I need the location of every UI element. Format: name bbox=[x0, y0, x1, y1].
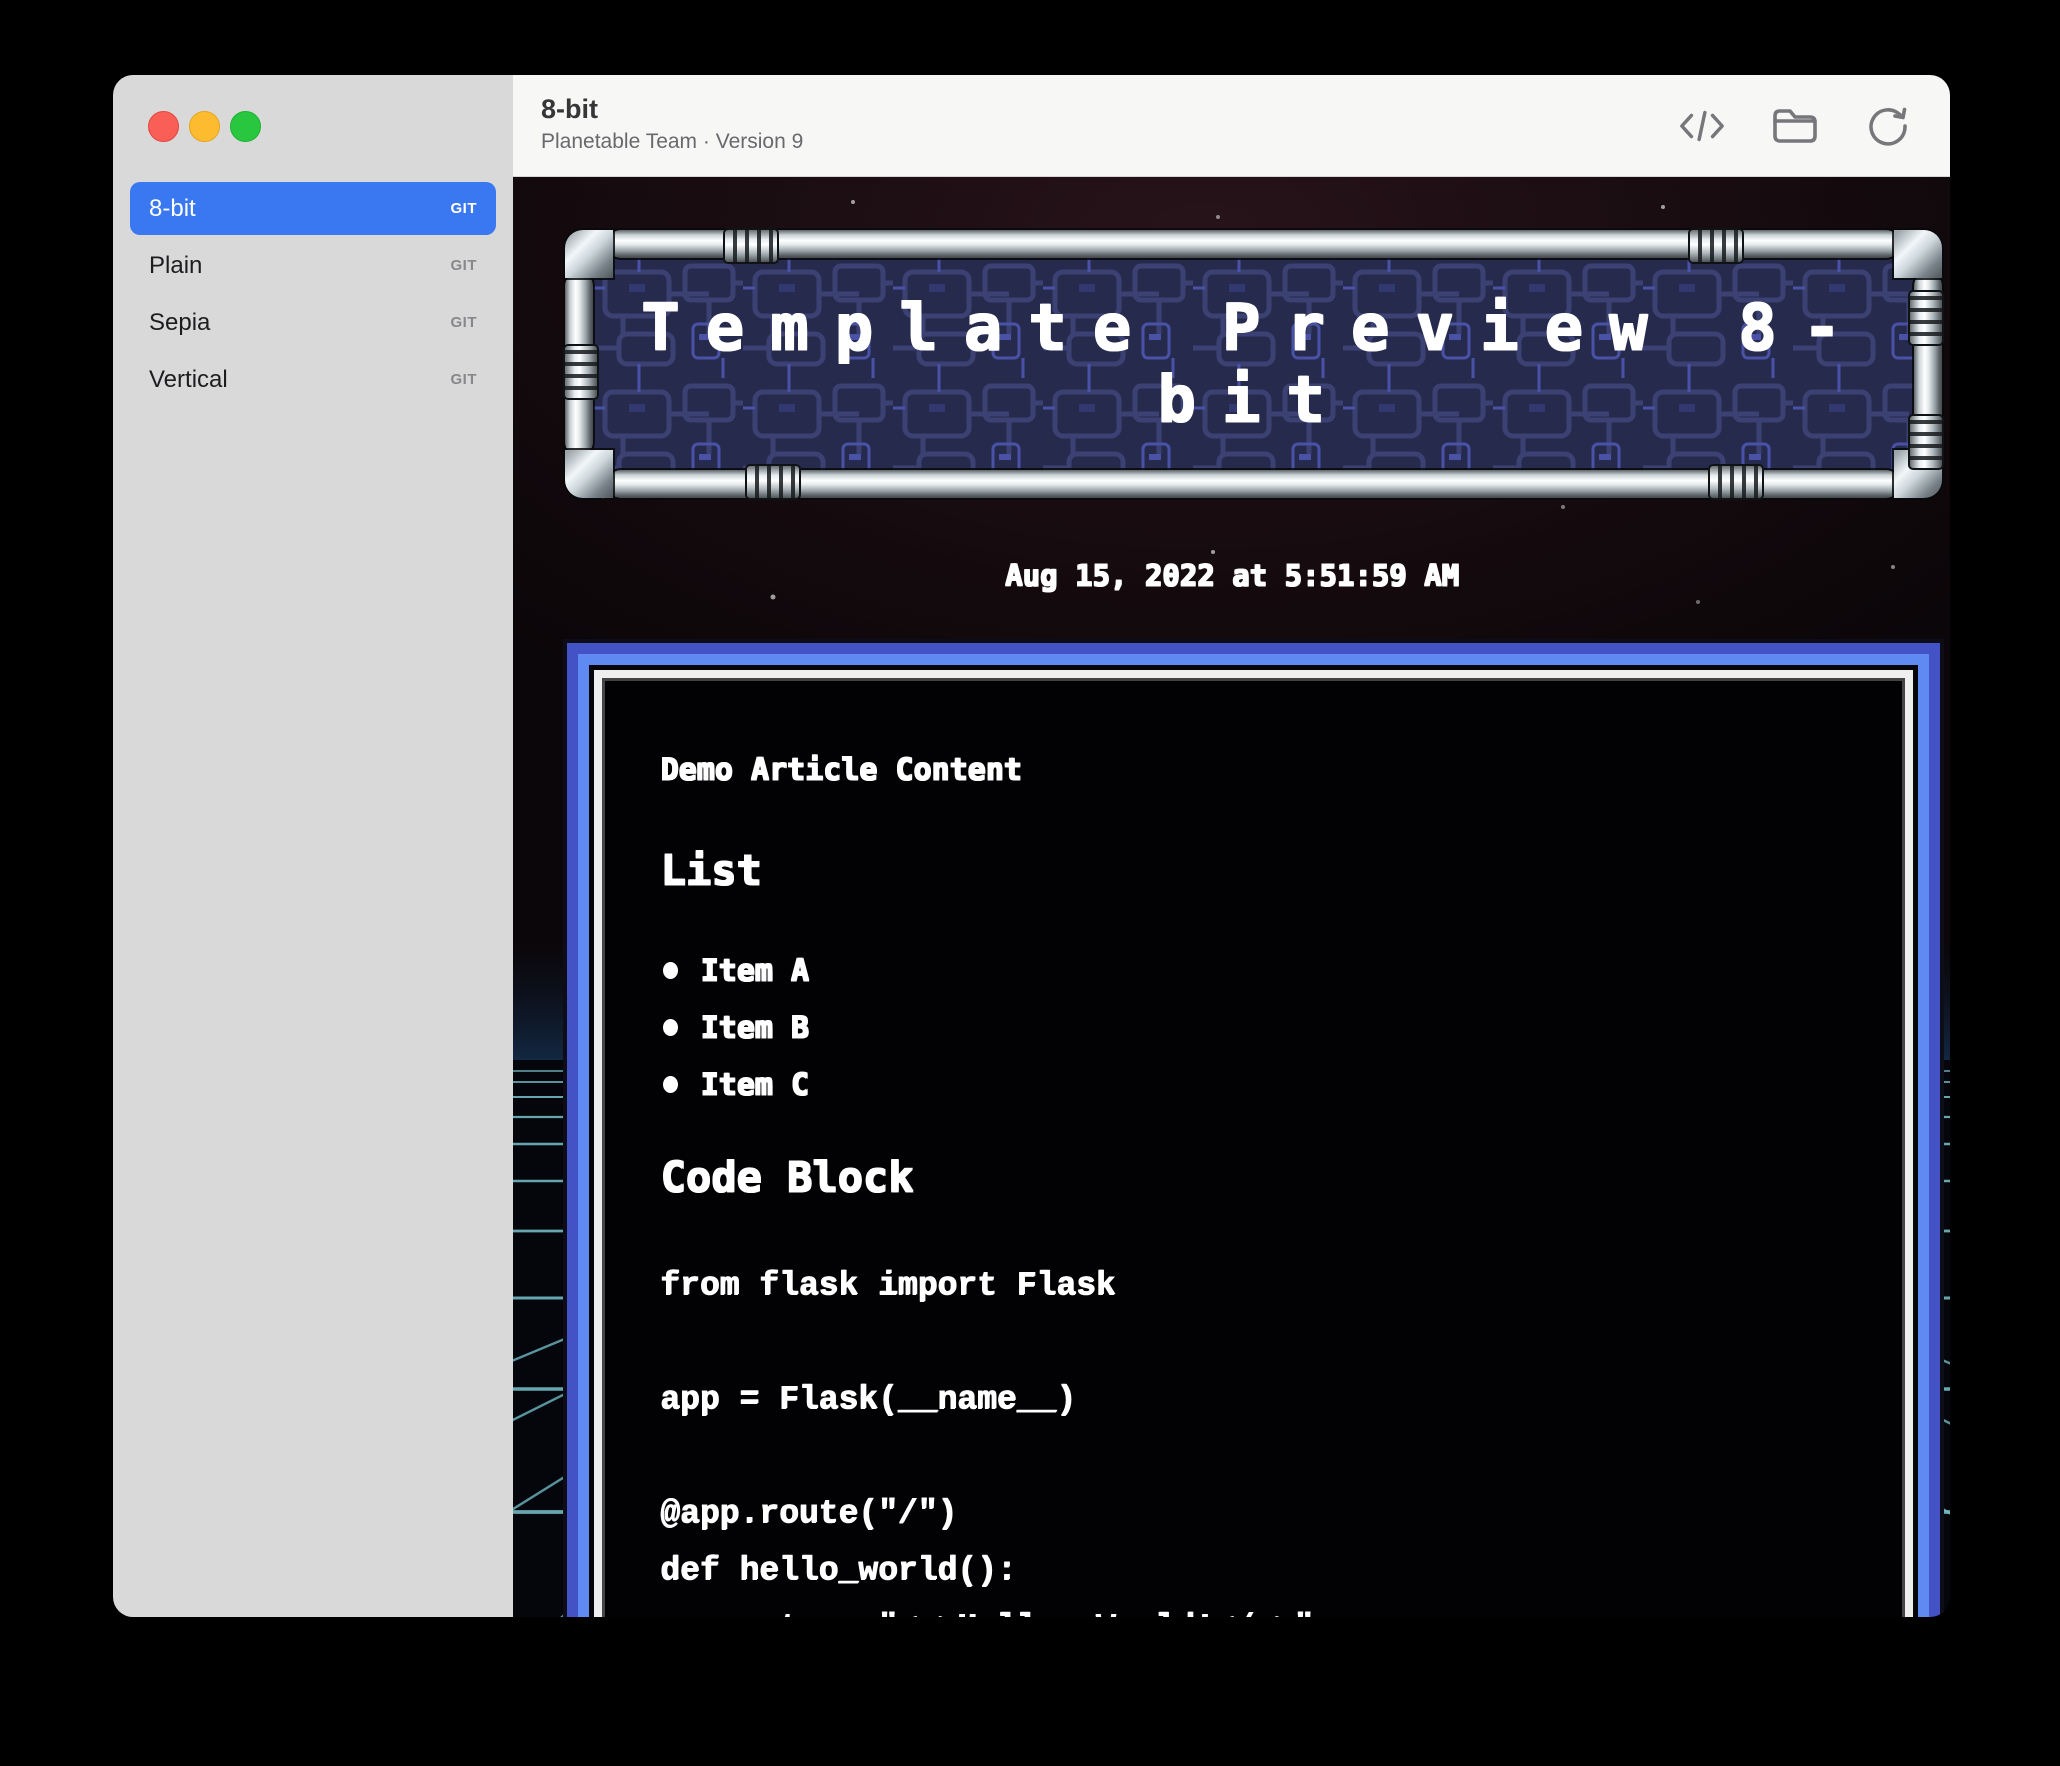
minimize-button[interactable] bbox=[189, 111, 220, 142]
pipe-coupling bbox=[745, 464, 801, 500]
reload-button[interactable] bbox=[1864, 102, 1912, 150]
pipe-coupling bbox=[1908, 414, 1944, 470]
folder-icon bbox=[1773, 109, 1817, 143]
article-content: Demo Article Content List Item A Item B bbox=[602, 678, 1905, 1617]
pipe-coupling bbox=[1708, 464, 1764, 500]
list-item: Item C bbox=[660, 1056, 1847, 1113]
sidebar-item-sepia[interactable]: Sepia GIT bbox=[130, 296, 496, 349]
template-preview: Template Preview 8- bit Aug 15, 2022 at … bbox=[513, 177, 1950, 1617]
git-badge: GIT bbox=[450, 257, 477, 274]
code-block: from flask import Flask app = Flask(__na… bbox=[660, 1267, 1314, 1617]
main-pane: 8-bit Planetable Team · Version 9 Templa… bbox=[513, 75, 1950, 1617]
banner-title-line1: Template Preview 8- bbox=[640, 291, 1867, 365]
sidebar-item-8bit[interactable]: 8-bit GIT bbox=[130, 182, 496, 235]
banner-title-line2: bit bbox=[1156, 363, 1351, 437]
sidebar-item-label: Plain bbox=[149, 251, 203, 279]
bullet-dot bbox=[663, 962, 678, 979]
git-badge: GIT bbox=[450, 200, 477, 217]
template-list: 8-bit GIT Plain GIT Sepia GIT Vertical G… bbox=[130, 182, 496, 406]
reload-icon bbox=[1869, 107, 1907, 146]
banner-pipe-corner bbox=[1894, 230, 1942, 278]
article-intro: Demo Article Content bbox=[660, 752, 1022, 787]
toolbar bbox=[1678, 75, 1912, 177]
pipe-coupling bbox=[563, 344, 599, 400]
code-heading: Code Block bbox=[660, 1152, 913, 1201]
list-item: Item A bbox=[660, 942, 1847, 999]
demo-list: Item A Item B Item C bbox=[660, 942, 1847, 1113]
pipe-coupling bbox=[1688, 228, 1744, 264]
sidebar-item-vertical[interactable]: Vertical GIT bbox=[130, 353, 496, 406]
list-item: Item B bbox=[660, 999, 1847, 1056]
app-window: 8-bit GIT Plain GIT Sepia GIT Vertical G… bbox=[113, 75, 1950, 1617]
sidebar-item-label: Sepia bbox=[149, 308, 211, 336]
sidebar-item-label: Vertical bbox=[149, 365, 228, 393]
pipe-coupling bbox=[723, 228, 779, 264]
banner-pipe-corner bbox=[565, 450, 613, 498]
article-box: Demo Article Content List Item A Item B bbox=[563, 639, 1944, 1617]
bullet-dot bbox=[663, 1076, 678, 1093]
header-bar: 8-bit Planetable Team · Version 9 bbox=[513, 75, 1950, 177]
banner-panel: Template Preview 8- bit bbox=[593, 258, 1914, 470]
code-icon bbox=[1680, 110, 1724, 142]
git-badge: GIT bbox=[450, 371, 477, 388]
sidebar-item-plain[interactable]: Plain GIT bbox=[130, 239, 496, 292]
git-badge: GIT bbox=[450, 314, 477, 331]
template-banner: Template Preview 8- bit bbox=[563, 228, 1944, 500]
bullet-dot bbox=[663, 1019, 678, 1036]
view-source-button[interactable] bbox=[1678, 102, 1726, 150]
list-heading: List bbox=[660, 845, 762, 894]
traffic-lights bbox=[113, 75, 513, 142]
sidebar-item-label: 8-bit bbox=[149, 194, 196, 222]
zoom-button[interactable] bbox=[230, 111, 261, 142]
pipe-coupling bbox=[1908, 290, 1944, 346]
banner-pipe-corner bbox=[565, 230, 613, 278]
close-button[interactable] bbox=[148, 111, 179, 142]
publish-date: Aug 15, 2022 at 5:51:59 AM bbox=[1004, 558, 1459, 592]
sidebar: 8-bit GIT Plain GIT Sepia GIT Vertical G… bbox=[113, 75, 513, 1617]
open-folder-button[interactable] bbox=[1771, 102, 1819, 150]
